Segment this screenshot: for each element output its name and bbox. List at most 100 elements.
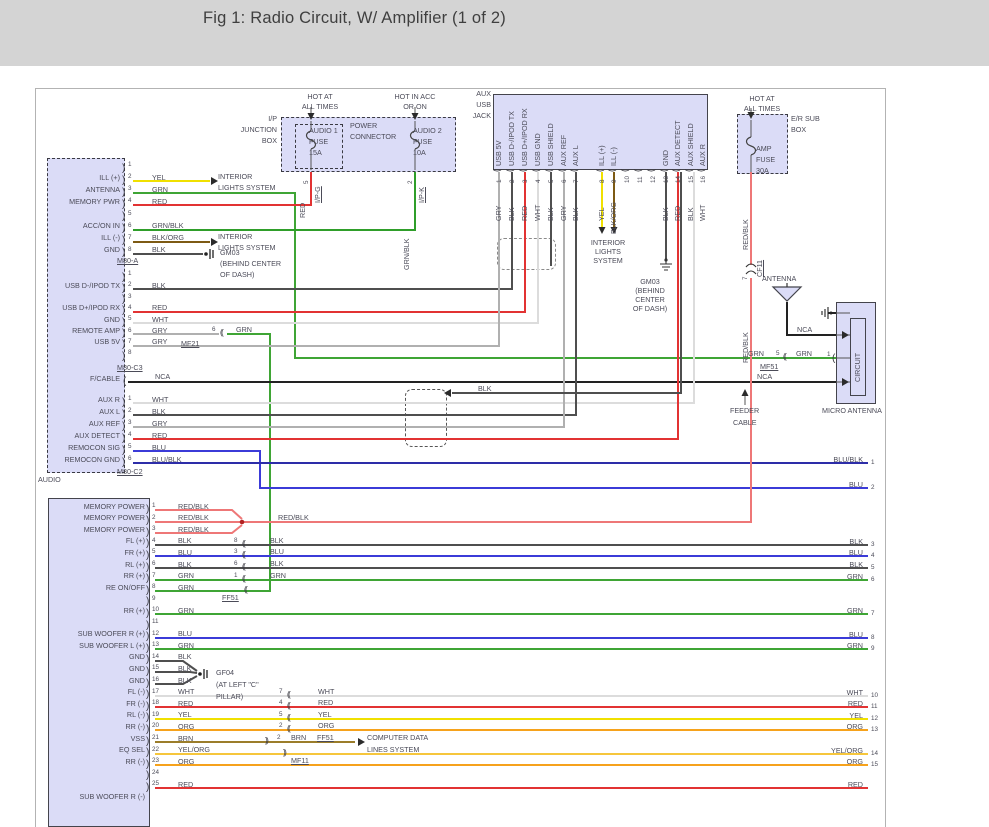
label: OF DASH): [220, 271, 254, 279]
wire-color-label: WHT: [699, 205, 707, 221]
jack-pin-bump: ): [532, 169, 542, 172]
jack-pin-label-gnd: GND: [662, 150, 670, 166]
wire-color-label: YEL: [152, 174, 166, 182]
wire-color-label: BLK: [547, 207, 555, 221]
wire-color-label: BLK: [152, 282, 166, 290]
jack-pin-number: 10: [624, 176, 631, 183]
edge-wire-label: RED: [813, 781, 863, 789]
edge-wire-number: 5: [871, 564, 875, 571]
wire-color-label: BRN: [178, 735, 193, 743]
label: BRN: [291, 734, 306, 742]
jack-pin-number: 2: [509, 179, 516, 183]
jack-pin-bump: ): [596, 169, 606, 172]
pin-number: 9: [152, 595, 156, 602]
edge-wire-number: 9: [871, 645, 875, 652]
jack-pin-number: 5: [548, 179, 555, 183]
pin-number: 21: [152, 734, 159, 741]
pin-label-fr-: FR (-): [45, 700, 145, 708]
pin-number: 7: [152, 572, 156, 579]
pin-number: 6: [128, 327, 132, 334]
label: BLK: [270, 560, 284, 568]
pin-bracket: ): [122, 421, 125, 433]
label: 7: [742, 276, 749, 280]
edge-wire-number: 12: [871, 715, 878, 722]
pin-number: 13: [152, 641, 159, 648]
connector-m80-c2-label: M80-C2: [117, 468, 143, 476]
pin-bracket: ): [122, 223, 125, 235]
pin-bracket: ): [146, 608, 149, 620]
pin-number: 7: [128, 234, 132, 241]
pin-number: 2: [128, 281, 132, 288]
pin-bracket: ): [122, 328, 125, 340]
pin-label-remote-amp: REMOTE AMP: [50, 327, 120, 335]
wire-color-label: RED: [178, 781, 193, 789]
wire-color-label: GRY: [152, 338, 167, 346]
pin-number: 7: [128, 338, 132, 345]
wire-color-label: BLK: [572, 207, 580, 221]
label: SYSTEM: [588, 257, 628, 265]
label: GRN: [796, 350, 812, 358]
pin-label-usb-d-ipod-rx: USB D+/IPOD RX: [50, 304, 120, 312]
jack-pin-bump: ): [660, 169, 670, 172]
pin-bracket: ): [146, 527, 149, 539]
pin-label-memory-power: MEMORY POWER: [45, 526, 145, 534]
wire-color-label: BLK: [178, 537, 192, 545]
edge-wire-label: BLU/BLK: [813, 456, 863, 464]
pin-bracket: ): [122, 211, 125, 223]
label: BOX: [791, 126, 806, 134]
pin-bracket: ): [146, 678, 149, 690]
pin-number: 11: [152, 618, 159, 625]
pin-bracket: ): [122, 283, 125, 295]
wire-color-label: WHT: [152, 396, 168, 404]
wire-color-label: WHT: [178, 688, 194, 696]
label: OR ON: [378, 103, 452, 111]
pin-bracket: ): [146, 689, 149, 701]
pin-number: 4: [128, 304, 132, 311]
jack-pin-bump: ): [697, 169, 707, 172]
jack-pin-bump: ): [506, 169, 516, 172]
pin-bracket: ): [146, 585, 149, 597]
jack-pin-label-usb-gnd: USB GND: [534, 133, 542, 166]
edge-wire-label: BLU: [813, 631, 863, 639]
label: ((: [242, 539, 244, 548]
pin-bracket: ): [146, 747, 149, 759]
pin-label-gnd: GND: [45, 677, 145, 685]
jack-pin-bump: ): [493, 169, 503, 172]
wire-color-label: WHT: [152, 316, 168, 324]
pin-label-rr-: RR (+): [45, 607, 145, 615]
wire-color-label: BLK: [178, 677, 192, 685]
pin-bracket: ): [122, 305, 125, 317]
ground-gf04-label: GF04: [216, 669, 234, 677]
pin-label-usb-5v: USB 5V: [50, 338, 120, 346]
label: ALL TIMES: [725, 105, 799, 113]
pin-number: 18: [152, 699, 159, 706]
label: BOX: [237, 137, 277, 145]
jack-pin-label-ill-: ILL (-): [610, 147, 618, 166]
pin-bracket: ): [122, 235, 125, 247]
wire-color-label: BLK: [508, 207, 516, 221]
wire-color-label: BLK/ORG: [152, 234, 184, 242]
pin-label-sub-woofer-r-: SUB WOOFER R (+): [45, 630, 145, 638]
wire-color-label: GRN: [178, 607, 194, 615]
pin-number: 16: [152, 676, 159, 683]
wire-color-label: GRY: [495, 206, 503, 221]
jack-pin-label-usb-shield: USB SHIELD: [547, 123, 555, 166]
pin-label-aux-ref: AUX REF: [50, 420, 120, 428]
edge-wire-label: WHT: [813, 689, 863, 697]
label: FUSE: [413, 138, 432, 146]
audio-unit-label: AUDIO: [38, 476, 61, 484]
pin-number: 4: [152, 537, 156, 544]
label: RED: [318, 699, 333, 707]
pin-bracket: ): [122, 409, 125, 421]
label: USB: [463, 101, 491, 109]
wire-color-label: YEL/ORG: [178, 746, 210, 754]
wire-color-label: BLK: [178, 561, 192, 569]
pin-number: 5: [128, 210, 132, 217]
wire-color-label: BLK: [152, 246, 166, 254]
pin-label-gnd: GND: [50, 246, 120, 254]
label: ALL TIMES: [283, 103, 357, 111]
label: ((: [220, 328, 222, 337]
edge-wire-label: ORG: [813, 758, 863, 766]
pin-number: 8: [128, 246, 132, 253]
edge-wire-number: 4: [871, 552, 875, 559]
